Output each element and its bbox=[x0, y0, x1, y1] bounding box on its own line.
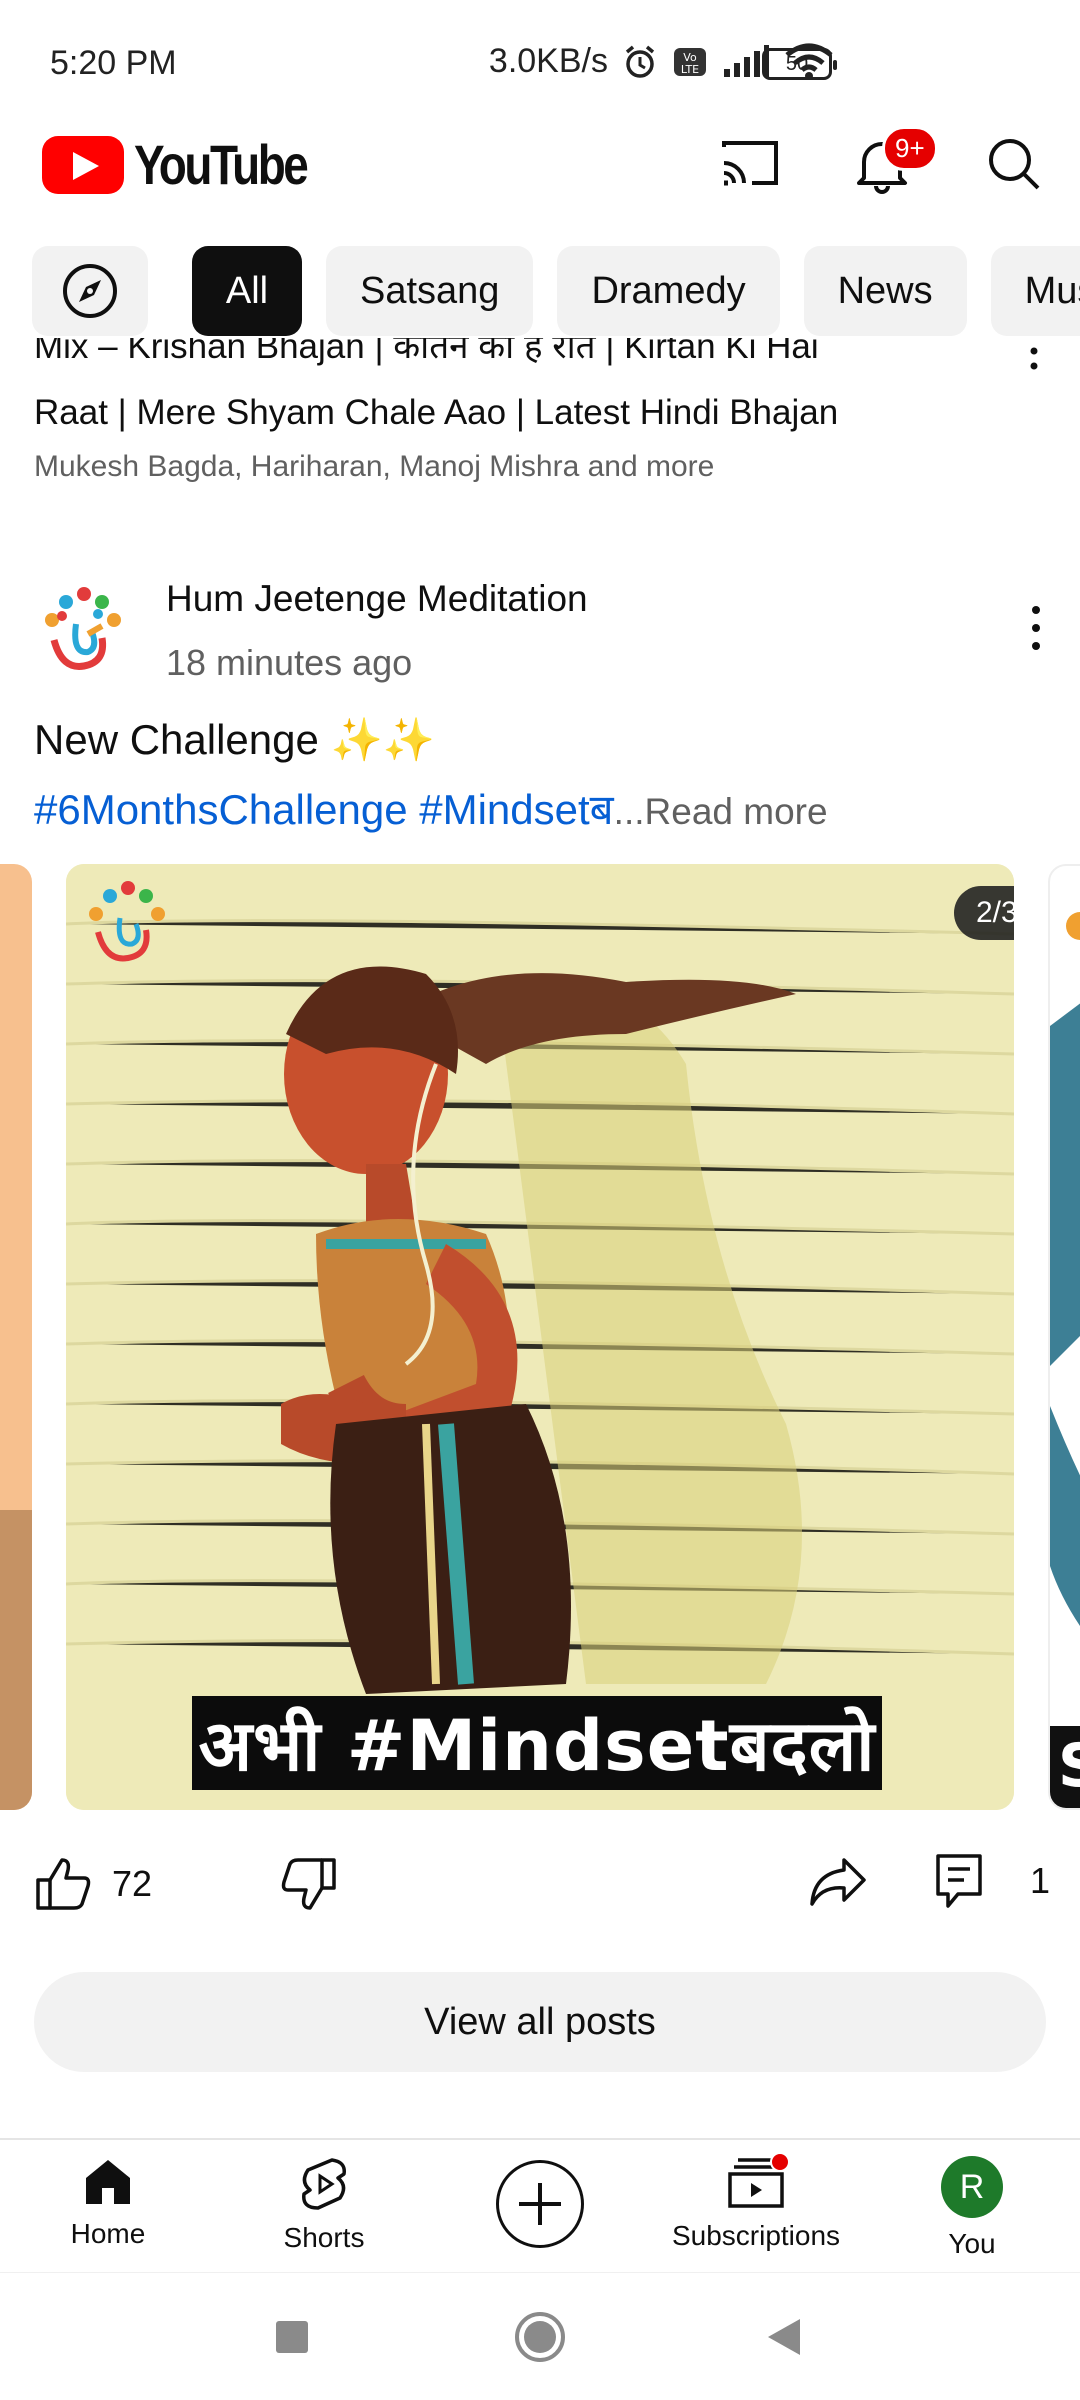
svg-text:LTE: LTE bbox=[681, 63, 699, 76]
post-timestamp: 18 minutes ago bbox=[166, 642, 413, 683]
notification-badge: 9+ bbox=[882, 126, 938, 171]
chip-satsang[interactable]: Satsang bbox=[326, 246, 534, 336]
dislike-button[interactable] bbox=[280, 1856, 338, 1912]
status-bar: 5:20 PM 3.0KB/s Vo LTE 50 bbox=[0, 0, 1080, 120]
home-system-button[interactable] bbox=[514, 2311, 566, 2368]
hashtag-links[interactable]: #6MonthsChallenge #Mindsetब bbox=[34, 786, 614, 833]
more-dot bbox=[1032, 624, 1040, 632]
previous-video-title-line1: Mix – Krishan Bhajan | कीर्तन की है रात … bbox=[34, 338, 819, 366]
like-count: 72 bbox=[112, 1863, 153, 1904]
compass-icon bbox=[63, 264, 117, 318]
previous-video-title: Mix – Krishan Bhajan | कीर्तन की है रात … bbox=[34, 338, 994, 438]
read-more-link[interactable]: Read more bbox=[645, 791, 828, 832]
more-vert-icon bbox=[1030, 347, 1038, 370]
post-hashtags[interactable]: #6MonthsChallenge #Mindsetब...Read more bbox=[34, 780, 828, 837]
subscriptions-new-dot bbox=[770, 2152, 790, 2172]
nav-subscriptions-label: Subscriptions bbox=[671, 2220, 841, 2251]
youtube-play-icon bbox=[42, 135, 124, 194]
bottom-navigation: Home Shorts Subscriptions R You bbox=[0, 2138, 1080, 2272]
nav-shorts[interactable]: Shorts bbox=[234, 2156, 414, 2254]
shorts-icon bbox=[302, 2158, 346, 2210]
comments-button[interactable]: 1 bbox=[934, 1852, 1050, 1910]
chip-all[interactable]: All bbox=[192, 246, 302, 336]
next-slide-preview: S bbox=[1050, 912, 1080, 1808]
search-icon bbox=[989, 139, 1040, 190]
previous-video-more-button[interactable] bbox=[1028, 346, 1040, 381]
comment-count: 1 bbox=[1030, 1860, 1051, 1901]
back-button[interactable] bbox=[764, 2317, 804, 2362]
next-slide[interactable]: S bbox=[1048, 864, 1080, 1810]
channel-name[interactable]: Hum Jeetenge Meditation bbox=[166, 578, 588, 620]
image-caption-text: अभी #Mindsetबदलो bbox=[198, 1705, 876, 1787]
youtube-logo[interactable]: YouTube bbox=[42, 132, 344, 197]
chip-news[interactable]: News bbox=[803, 246, 967, 336]
cast-button[interactable] bbox=[714, 128, 786, 200]
explore-chip[interactable] bbox=[32, 246, 148, 336]
nav-you[interactable]: R You bbox=[882, 2156, 1062, 2260]
runner-illustration bbox=[66, 864, 1014, 1810]
view-all-posts-button[interactable]: View all posts bbox=[34, 1972, 1046, 2072]
circle-icon bbox=[515, 2312, 565, 2362]
previous-video-info[interactable]: Mix – Krishan Bhajan | कीर्तन की है रात … bbox=[34, 338, 994, 484]
thumbs-up-icon bbox=[36, 1858, 91, 1910]
search-button[interactable] bbox=[978, 128, 1050, 200]
cast-icon bbox=[722, 141, 778, 186]
previous-video-title-line2: Raat | Mere Shyam Chale Aao | Latest Hin… bbox=[34, 393, 839, 432]
previous-slide[interactable] bbox=[0, 864, 32, 1810]
channel-avatar[interactable] bbox=[32, 580, 132, 680]
image-caption-bar: अभी #Mindsetबदलो bbox=[192, 1696, 882, 1790]
nav-subscriptions[interactable]: Subscriptions bbox=[666, 2156, 846, 2252]
back-triangle-icon bbox=[768, 2319, 800, 2355]
volte-icon: Vo LTE bbox=[672, 44, 708, 80]
svg-text:S: S bbox=[1058, 1731, 1080, 1801]
nav-shorts-label: Shorts bbox=[283, 2222, 365, 2253]
status-time: 5:20 PM bbox=[50, 44, 177, 82]
previous-video-artists: Mukesh Bagda, Hariharan, Manoj Mishra an… bbox=[34, 450, 715, 483]
chip-music[interactable]: Mus bbox=[990, 246, 1080, 336]
recents-button[interactable] bbox=[274, 2319, 310, 2360]
channel-logo-icon bbox=[34, 582, 130, 678]
comment-icon bbox=[936, 1854, 982, 1908]
current-slide-image[interactable]: 2/3 अभी #Mindsetबदलो bbox=[66, 864, 1014, 1810]
user-avatar: R bbox=[941, 2156, 1003, 2218]
more-dot bbox=[1032, 606, 1040, 614]
post-actions: 72 1 bbox=[0, 1854, 1080, 1936]
like-button[interactable]: 72 bbox=[34, 1856, 152, 1912]
battery-icon: 50 bbox=[762, 48, 837, 80]
plus-icon bbox=[519, 2183, 561, 2225]
share-icon bbox=[810, 1858, 866, 1906]
share-button[interactable] bbox=[808, 1856, 868, 1908]
nav-you-label: You bbox=[948, 2228, 996, 2259]
filter-chips: All Satsang Dramedy News Mus bbox=[32, 246, 1080, 336]
system-navigation-bar bbox=[0, 2272, 1080, 2400]
create-button[interactable] bbox=[496, 2160, 584, 2248]
thumbs-down-icon bbox=[281, 1858, 336, 1910]
nav-home-label: Home bbox=[70, 2218, 146, 2249]
alarm-icon bbox=[622, 44, 658, 80]
post-text: New Challenge ✨✨ bbox=[34, 716, 436, 763]
post-more-button[interactable] bbox=[1018, 598, 1054, 658]
slide-counter: 2/3 bbox=[954, 886, 1014, 940]
home-icon bbox=[86, 2160, 130, 2204]
youtube-wordmark: YouTube bbox=[134, 133, 309, 196]
ellipsis: ... bbox=[613, 791, 645, 832]
square-icon bbox=[276, 2321, 308, 2353]
more-dot bbox=[1032, 642, 1040, 650]
chip-dramedy[interactable]: Dramedy bbox=[557, 246, 780, 336]
network-speed: 3.0KB/s bbox=[488, 42, 608, 80]
image-carousel[interactable]: 2/3 अभी #Mindsetबदलो S bbox=[0, 864, 1080, 1812]
nav-home[interactable]: Home bbox=[18, 2156, 198, 2250]
